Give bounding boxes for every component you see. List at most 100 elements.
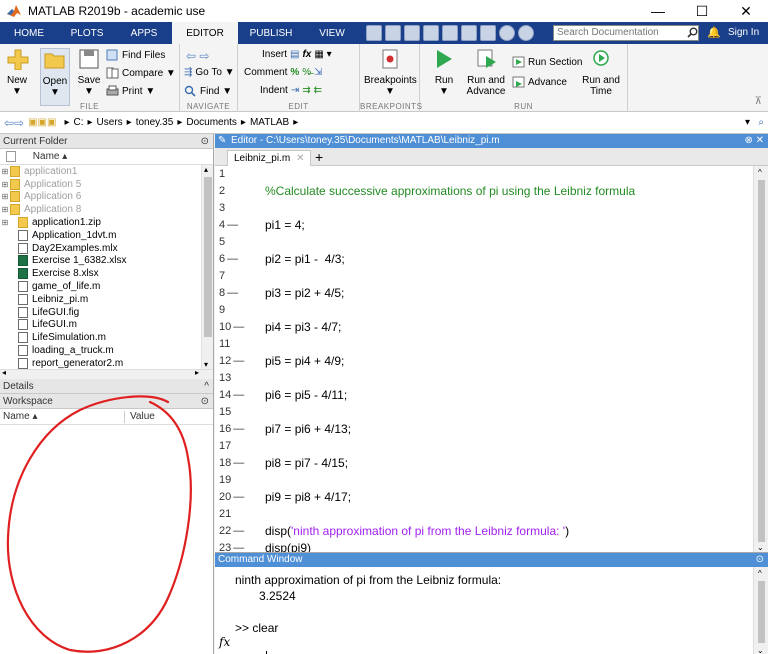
- file-list-item[interactable]: Day2Examples.mlx: [0, 242, 213, 255]
- undo-quick-icon[interactable]: [442, 25, 458, 41]
- advance-button[interactable]: Advance: [512, 76, 567, 88]
- breakpoint-marker[interactable]: —: [233, 321, 244, 333]
- new-button[interactable]: New ▼: [6, 48, 29, 97]
- path-root-arrow-icon[interactable]: ▸: [64, 117, 69, 128]
- editor-scroll-thumb[interactable]: [758, 180, 765, 542]
- file-list-item[interactable]: loading_a_truck.m: [0, 344, 213, 357]
- file-list-item[interactable]: Exercise 8.xlsx: [0, 267, 213, 280]
- breakpoint-marker[interactable]: —: [227, 287, 238, 299]
- copy-quick-icon[interactable]: [404, 25, 420, 41]
- tab-plots[interactable]: PLOTS: [58, 22, 116, 44]
- tab-publish[interactable]: PUBLISH: [238, 22, 304, 44]
- tab-leibniz-pi[interactable]: Leibniz_pi.m ✕: [227, 150, 311, 166]
- path-crumb[interactable]: Users: [97, 117, 123, 128]
- file-list-item[interactable]: ⊞ application1.zip: [0, 216, 213, 229]
- tab-view[interactable]: VIEW: [304, 22, 360, 44]
- workspace-name-column[interactable]: Name ▴: [3, 409, 37, 425]
- file-list-item[interactable]: report_generator2.m: [0, 357, 213, 369]
- dropdown-icon[interactable]: [518, 25, 534, 41]
- path-dropdown-icon[interactable]: ▾: [745, 117, 750, 128]
- path-crumb[interactable]: toney.35: [136, 117, 174, 128]
- collapse-ribbon-icon[interactable]: ⊼: [755, 96, 762, 107]
- tab-editor[interactable]: EDITOR: [172, 22, 238, 44]
- find-files-button[interactable]: Find Files: [106, 49, 165, 61]
- compare-button[interactable]: Compare ▼: [106, 67, 176, 79]
- file-list-item[interactable]: LifeSimulation.m: [0, 331, 213, 344]
- file-list-scrollbar[interactable]: ▴ ▾: [201, 165, 213, 369]
- breakpoint-marker[interactable]: —: [227, 253, 238, 265]
- details-header[interactable]: Details ^: [0, 379, 213, 394]
- path-crumb[interactable]: C:: [74, 117, 84, 128]
- workspace-options-icon[interactable]: ⊙: [201, 394, 209, 409]
- sign-in-link[interactable]: Sign In: [728, 27, 759, 38]
- breakpoints-button[interactable]: Breakpoints ▼: [364, 48, 417, 97]
- expand-icon[interactable]: ⊞: [0, 180, 10, 189]
- save-quick-icon[interactable]: [366, 25, 382, 41]
- browse-search-icon[interactable]: ⌕: [758, 117, 764, 128]
- scroll-down-icon[interactable]: ▾: [204, 360, 208, 369]
- go-to-button[interactable]: ⇶ Go To ▼: [184, 67, 235, 78]
- file-list-item[interactable]: LifeGUI.fig: [0, 306, 213, 319]
- open-button[interactable]: Open ▼: [40, 48, 70, 106]
- file-list-item[interactable]: ⊞ Application 8: [0, 203, 213, 216]
- breakpoint-marker[interactable]: —: [233, 389, 244, 401]
- redo-quick-icon[interactable]: [461, 25, 477, 41]
- breakpoint-marker[interactable]: —: [227, 219, 238, 231]
- print-button[interactable]: Print ▼: [106, 85, 155, 97]
- file-list-item[interactable]: ⊞ application1: [0, 165, 213, 178]
- file-list-item[interactable]: ⊞ Application 6: [0, 191, 213, 204]
- run-and-advance-button[interactable]: Run and Advance: [464, 48, 508, 97]
- editor-scroll-down-icon[interactable]: ⌄: [757, 543, 764, 552]
- maximize-button[interactable]: ☐: [680, 0, 724, 22]
- tab-home[interactable]: HOME: [0, 22, 58, 44]
- tab-apps[interactable]: APPS: [116, 22, 172, 44]
- comment-button[interactable]: Comment % %̶ ⇲: [244, 67, 323, 78]
- save-button[interactable]: Save ▼: [76, 48, 102, 97]
- editor-scroll-up-icon[interactable]: ^: [758, 168, 762, 177]
- file-list-item[interactable]: game_of_life.m: [0, 280, 213, 293]
- expand-icon[interactable]: ⊞: [0, 167, 10, 176]
- run-and-time-button[interactable]: Run and Time: [578, 48, 624, 97]
- scroll-up-icon[interactable]: ▴: [204, 165, 208, 174]
- workspace-value-column[interactable]: Value: [130, 409, 155, 425]
- expand-icon[interactable]: ⊞: [0, 205, 10, 214]
- run-section-button[interactable]: Run Section: [512, 56, 582, 68]
- insert-button[interactable]: Insert ▤ fx ▦ ▾: [262, 49, 332, 60]
- breakpoint-marker[interactable]: —: [233, 491, 244, 503]
- close-window-button[interactable]: ✕: [724, 0, 768, 22]
- file-list-item[interactable]: ⊞ Application 5: [0, 178, 213, 191]
- bell-icon[interactable]: 🔔: [707, 26, 721, 39]
- editor-close-icon[interactable]: ⊗ ✕: [744, 134, 764, 148]
- indent-button[interactable]: Indent ⇥ ⇉ ⇇: [260, 85, 322, 96]
- name-column-header[interactable]: Name ▴: [0, 149, 213, 165]
- folder-nav-icons[interactable]: ▣▣▣: [28, 117, 56, 128]
- editor-scrollbar[interactable]: ^ ⌄: [753, 166, 768, 552]
- back-arrow-icon[interactable]: ⇦⇨: [4, 116, 24, 130]
- breakpoint-marker[interactable]: —: [233, 525, 244, 537]
- cmd-scroll-down-icon[interactable]: ⌄: [757, 646, 764, 654]
- path-crumb[interactable]: MATLAB: [250, 117, 289, 128]
- switch-windows-icon[interactable]: [480, 25, 496, 41]
- expand-icon[interactable]: ⊞: [0, 192, 10, 201]
- path-crumb[interactable]: Documents: [186, 117, 237, 128]
- scroll-thumb[interactable]: [204, 177, 212, 337]
- help-icon[interactable]: [499, 25, 515, 41]
- run-button[interactable]: Run ▼: [430, 48, 458, 97]
- search-icon[interactable]: [687, 27, 698, 38]
- file-list-item[interactable]: Application_1dvt.m: [0, 229, 213, 242]
- breakpoint-marker[interactable]: —: [233, 423, 244, 435]
- command-window-options-icon[interactable]: ⊙: [756, 553, 764, 567]
- details-expand-icon[interactable]: ^: [204, 379, 209, 394]
- fx-function-browser-icon[interactable]: fx: [219, 635, 230, 649]
- cut-quick-icon[interactable]: [385, 25, 401, 41]
- expand-icon[interactable]: ⊞: [0, 218, 10, 227]
- breakpoint-marker[interactable]: —: [233, 355, 244, 367]
- breakpoint-marker[interactable]: —: [233, 457, 244, 469]
- cmd-scroll-up-icon[interactable]: ^: [758, 569, 762, 578]
- find-button[interactable]: Find ▼: [184, 85, 232, 97]
- back-forward-buttons[interactable]: ⇦ ⇨: [186, 49, 209, 63]
- file-list-item[interactable]: LifeGUI.m: [0, 319, 213, 332]
- command-scrollbar[interactable]: ^ ⌄: [753, 567, 768, 654]
- search-documentation-input[interactable]: Search Documentation: [553, 25, 699, 41]
- minimize-button[interactable]: —: [636, 0, 680, 22]
